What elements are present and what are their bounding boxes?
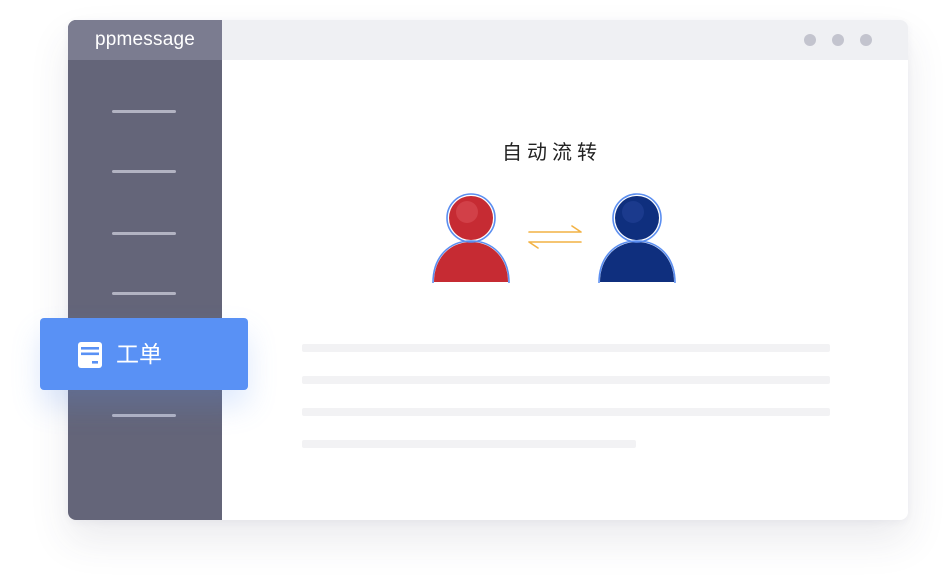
placeholder-text-line-4 [302, 440, 636, 448]
page-title: 自动流转 [502, 142, 602, 164]
sidebar-item-label: 工单 [116, 341, 162, 367]
placeholder-text-line-3 [302, 408, 830, 416]
user-icon-blue [598, 193, 676, 284]
app-title: ppmessage [68, 20, 222, 60]
window-dot-2[interactable] [832, 34, 844, 46]
ticket-icon [78, 342, 102, 368]
sidebar-item-2[interactable] [112, 170, 176, 173]
user-icon-red [432, 193, 510, 284]
placeholder-text-line-1 [302, 344, 830, 352]
transfer-arrows-icon [528, 225, 582, 249]
sidebar-item-6[interactable] [112, 414, 176, 417]
sidebar-item-ticket[interactable]: 工单 [40, 318, 248, 390]
placeholder-text-line-2 [302, 376, 830, 384]
sidebar: ppmessage [68, 20, 222, 520]
window-titlebar [222, 20, 908, 60]
sidebar-item-1[interactable] [112, 110, 176, 113]
sidebar-item-3[interactable] [112, 232, 176, 235]
sidebar-item-4[interactable] [112, 292, 176, 295]
window-dot-1[interactable] [804, 34, 816, 46]
window-dot-3[interactable] [860, 34, 872, 46]
